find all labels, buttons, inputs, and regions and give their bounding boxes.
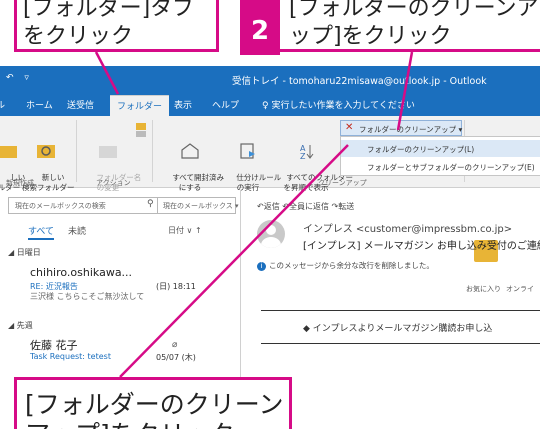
tab-home[interactable]: ホーム [26,98,53,111]
search-input[interactable]: 現在のメールボックスの検索 [15,201,106,211]
search-icon[interactable]: ⚲ [147,199,154,209]
svg-text:Z: Z [300,152,306,160]
callout-text: [フォルダー]タブをクリック [23,0,195,49]
info-icon: i [257,262,266,271]
menu-item-clean-up-folder[interactable]: フォルダーのクリーンアップ(L) [341,140,540,157]
callout-text: [フォルダーのクリーンアップ]をクリック [25,390,284,429]
filter-all[interactable]: すべて [28,224,55,240]
rename-folder-button[interactable]: フォルダー名 の変更 [82,122,141,203]
tab-help[interactable]: ヘルプ [212,98,239,111]
quick-access-toolbar[interactable]: ↶ ▿ [6,73,33,83]
message-body-line: ◆ インプレスよりメールマガジン購読お申し込 [303,324,493,334]
sender-address[interactable]: インプレス <customer@impressbm.co.jp> [303,220,512,235]
folder-cleanup-button[interactable]: ✕ フォルダーのクリーンアップ ▾ [340,120,462,136]
group-label-actions: アクション [96,179,131,187]
callout-click-cleanup-menu-item: [フォルダーのクリーンアップ]をクリック [14,377,292,429]
paperclip-icon: ⌀ [172,340,178,350]
tell-me-box[interactable]: ♀ 実行したい作業を入力してください [262,98,415,111]
window-title: 受信トレイ - tomoharu22misawa@outlook.jp - Ou… [232,76,487,87]
search-folder-icon [37,145,55,158]
mark-all-read-button[interactable]: すべて開封済み にする [158,122,224,203]
callout-text: [フォルダーのクリーンアップ]をクリック [289,0,539,49]
ribbon-tab-bar: ル ホーム 送受信 フォルダー 表示 ヘルプ ♀ 実行したい作業を入力してくださ… [0,92,540,116]
folder-cleanup-label: フォルダーのクリーンアップ ▾ [359,125,463,134]
filter-unread[interactable]: 未読 [68,224,86,237]
callout-click-folder-cleanup: 2 [フォルダーのクリーンアップ]をクリック [240,0,540,55]
cleanup-x-icon: ✕ [345,122,354,133]
divider [261,310,540,311]
rules-icon [240,143,255,159]
avatar [257,220,285,248]
message-filter-row: すべて 未読 日付 ∨ ↑ [8,222,236,240]
info-text: このメッセージから余分な改行を削除しました。 [269,261,434,270]
avatar-body [261,237,281,248]
folder-icon [0,146,17,158]
tab-view[interactable]: 表示 [174,98,192,111]
mark-all-read-label: すべて開封済み にする [172,173,224,192]
step-number-badge: 2 [240,0,280,55]
copy-folder-button[interactable] [132,120,148,141]
message-preview: 三沢様 こちらこそご無沙汰して [30,292,145,301]
tab-send-receive[interactable]: 送受信 [67,98,94,111]
message-title: [インプレス] メールマガジン お申し込み受付のご連絡 [303,241,540,252]
group-label-cleanup: クリーンアップ [318,179,367,187]
sort-by-date[interactable]: 日付 ∨ ↑ [168,225,202,236]
message-sender: chihiro.oshikawa... [30,266,133,279]
search-scope-dropdown[interactable]: 現在のメールボックス ▾ [163,201,239,211]
message-date: (日) 18:11 [156,282,196,291]
callout-click-folder-tab: [フォルダー]タブをクリック [14,0,219,52]
search-bar[interactable]: 現在のメールボックスの検索 ⚲ 現在のメールボックス ▾ [8,197,239,214]
screenshot-root: ↶ ▿ 受信トレイ - tomoharu22misawa@outlook.jp … [0,0,540,429]
avatar-head [266,225,276,235]
search-separator [157,198,158,213]
group-label-new: 新規作成 [6,179,34,187]
message-item[interactable]: chihiro.oshikawa... RE: 近況報告 (日) 18:11 三… [8,266,236,316]
info-bar[interactable]: i このメッセージから余分な改行を削除しました。 [257,260,434,271]
tab-file[interactable]: ル [0,98,5,111]
group-header-sunday[interactable]: ◢ 日曜日 [8,247,236,261]
sort-az-icon: AZ [300,144,314,160]
message-sender: 佐藤 花子 [30,339,78,352]
message-subject: Task Request: tetest [30,352,111,361]
new-folder-button[interactable]: しい ルダー [0,122,25,203]
tab-folder[interactable]: フォルダー [110,95,170,116]
reply-actions[interactable]: ↶返信 ↶全員に返信 ↷転送 [257,201,354,212]
cleanup-dropdown-menu: フォルダーのクリーンアップ(L) フォルダーとサブフォルダーのクリーンアップ(E… [340,136,540,176]
group-separator [152,120,153,182]
group-header-last-week[interactable]: ◢ 先週 [8,320,236,334]
menu-item-clean-up-folder-and-subfolders[interactable]: フォルダーとサブフォルダーのクリーンアップ(E) [341,158,540,175]
rename-icon [99,146,117,158]
envelope-open-icon [181,143,199,159]
new-search-folder-button[interactable]: 新しい 検索フォルダー [22,122,75,203]
message-date: 05/07 (木) [156,353,196,362]
group-separator [76,120,77,182]
copy-icon [136,123,146,137]
window-title-bar: ↶ ▿ 受信トレイ - tomoharu22misawa@outlook.jp … [0,66,540,92]
divider [261,343,540,344]
